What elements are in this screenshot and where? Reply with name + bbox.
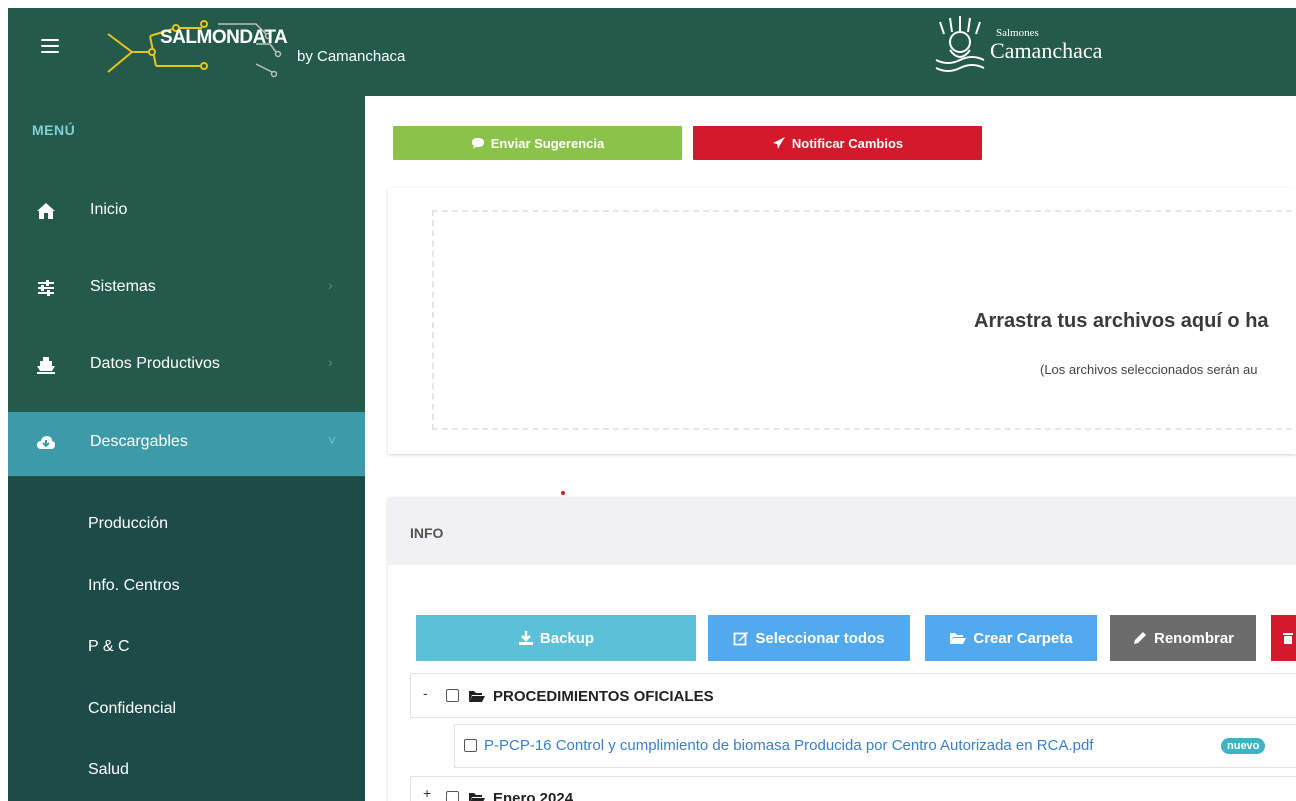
info-title: INFO <box>410 525 444 541</box>
notify-changes-button[interactable]: Notificar Cambios <box>693 126 982 160</box>
brand-name: Camanchaca <box>990 38 1103 63</box>
rename-button[interactable]: Renombrar <box>1110 615 1256 661</box>
new-badge: nuevo <box>1221 738 1266 754</box>
comment-icon <box>471 138 484 149</box>
chevron-down-icon: ˅ <box>328 432 337 448</box>
sidebar-item-sistemas[interactable]: Sistemas › <box>8 257 365 321</box>
file-dropzone[interactable]: Arrastra tus archivos aquí o ha (Los arc… <box>432 210 1296 430</box>
paper-plane-icon <box>772 137 785 149</box>
folder-open-icon <box>469 691 485 702</box>
collapse-toggle[interactable]: - <box>423 685 428 701</box>
folder-checkbox[interactable] <box>446 689 459 702</box>
send-suggestion-label: Enviar Sugerencia <box>490 135 605 151</box>
backup-label: Backup <box>539 629 595 647</box>
submenu-descargables: Producción Info. Centros P & C Confidenc… <box>8 477 365 801</box>
backup-button[interactable]: Backup <box>416 615 696 661</box>
sidebar: MENÚ Inicio Sistemas › Datos Productivos… <box>8 96 365 801</box>
notify-changes-label: Notificar Cambios <box>791 135 904 151</box>
submenu-item-confidencial[interactable]: Confidencial <box>88 700 176 718</box>
rename-label: Renombrar <box>1153 629 1235 647</box>
folder-open-icon <box>469 793 485 801</box>
sidebar-item-inicio[interactable]: Inicio <box>8 180 365 244</box>
sidebar-item-label: Descargables <box>90 433 188 450</box>
submenu-item-info-centros[interactable]: Info. Centros <box>88 577 180 595</box>
dropzone-subtitle: (Los archivos seleccionados serán au <box>1040 362 1258 377</box>
submenu-item-produccion[interactable]: Producción <box>88 515 168 533</box>
sliders-icon <box>38 280 54 296</box>
ship-icon <box>37 357 55 374</box>
file-checkbox[interactable] <box>464 739 477 752</box>
file-link[interactable]: P-PCP-16 Control y cumplimiento de bioma… <box>484 737 1093 754</box>
folder-name[interactable]: Enero 2024 <box>493 790 573 801</box>
submenu-item-p-c[interactable]: P & C <box>88 638 130 656</box>
sidebar-item-datos-productivos[interactable]: Datos Productivos › <box>8 334 365 398</box>
info-card-header: INFO <box>388 497 1296 565</box>
menu-heading: MENÚ <box>32 122 76 138</box>
send-suggestion-button[interactable]: Enviar Sugerencia <box>393 126 682 160</box>
brand-logo: Salmones Camanchaca <box>930 14 1160 78</box>
tree-row-folder: - PROCEDIMIENTOS OFICIALES <box>410 673 1296 718</box>
salmondata-logo[interactable]: SALMONDATA <box>106 14 288 78</box>
chevron-right-icon: › <box>328 277 333 293</box>
submenu-item-salud[interactable]: Salud <box>88 761 129 779</box>
folder-open-icon <box>950 633 967 644</box>
cloud-download-icon <box>37 436 55 449</box>
sidebar-item-label: Inicio <box>90 201 128 218</box>
tree-row-file: P-PCP-16 Control y cumplimiento de bioma… <box>454 724 1296 768</box>
neptune-crest-icon <box>935 16 985 72</box>
select-all-label: Seleccionar todos <box>755 629 885 647</box>
folder-checkbox[interactable] <box>446 791 459 801</box>
select-all-button[interactable]: Seleccionar todos <box>708 615 910 661</box>
tree-row-folder: + Enero 2024 <box>410 776 1296 801</box>
expand-toggle[interactable]: + <box>423 785 431 801</box>
trash-icon <box>1283 633 1293 644</box>
upload-card: Arrastra tus archivos aquí o ha (Los arc… <box>388 188 1296 454</box>
folder-name[interactable]: PROCEDIMIENTOS OFICIALES <box>493 688 714 705</box>
hamburger-menu-icon[interactable] <box>41 39 59 53</box>
pencil-icon <box>1133 632 1146 644</box>
dropzone-title: Arrastra tus archivos aquí o ha <box>974 310 1269 332</box>
sidebar-item-label: Sistemas <box>90 278 156 295</box>
logo-text: SALMONDATA <box>160 27 288 48</box>
chevron-right-icon: › <box>328 354 333 370</box>
byline: by Camanchaca <box>297 48 406 65</box>
delete-button[interactable] <box>1271 615 1296 661</box>
sidebar-item-descargables[interactable]: Descargables ˅ <box>8 412 365 476</box>
download-icon <box>518 631 533 645</box>
create-folder-button[interactable]: Crear Carpeta <box>925 615 1097 661</box>
create-folder-label: Crear Carpeta <box>973 629 1073 647</box>
home-icon <box>37 203 55 219</box>
top-bar: SALMONDATA by Camanchaca Salmones Camanc… <box>8 8 1296 96</box>
sidebar-item-label: Datos Productivos <box>90 355 220 372</box>
red-dot <box>561 491 565 495</box>
edit-square-icon <box>733 632 749 646</box>
